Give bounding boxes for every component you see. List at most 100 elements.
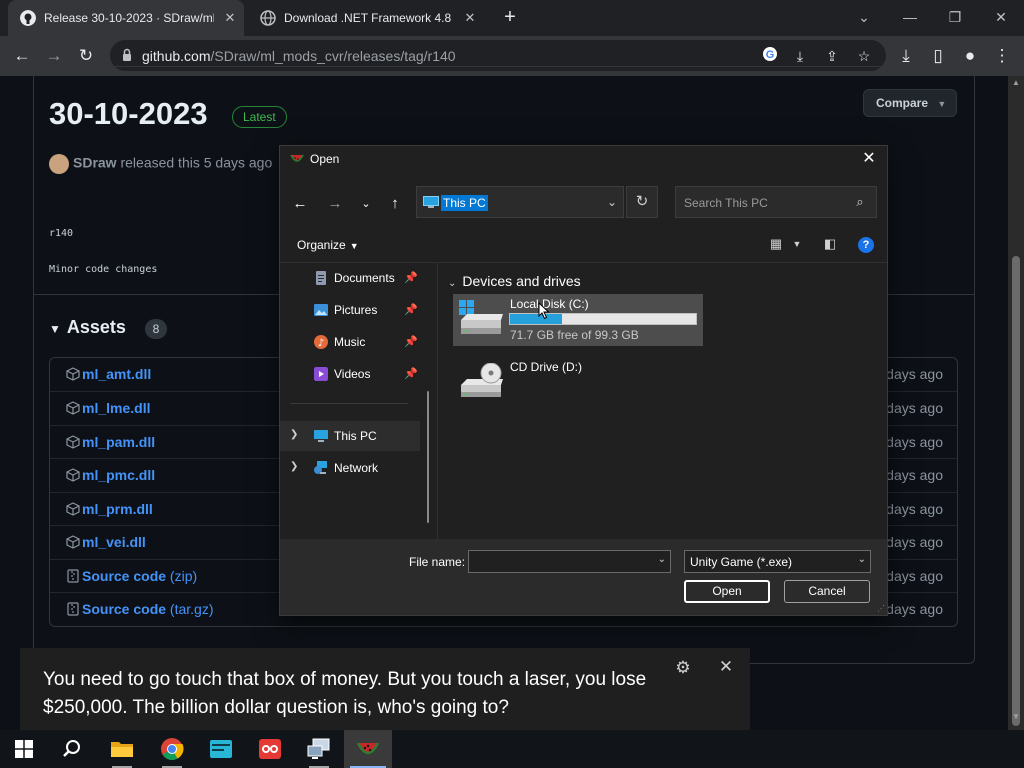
new-tab-button[interactable]: + (498, 6, 522, 30)
back-icon[interactable]: ← (10, 44, 34, 68)
compare-button[interactable]: Compare ▼ (863, 89, 957, 117)
recent-locations-icon[interactable]: ⌄ (356, 194, 376, 214)
nav-item-this-pc[interactable]: ❯ This PC (280, 421, 420, 451)
author-name[interactable]: SDraw (73, 155, 117, 171)
taskbar-terminal[interactable] (197, 730, 245, 768)
pin-icon[interactable]: 📌 (404, 367, 418, 380)
forward-icon[interactable]: → (325, 194, 345, 214)
help-icon[interactable]: ? (858, 237, 874, 253)
close-tab-icon[interactable]: ✕ (222, 10, 238, 26)
app-icon (259, 739, 281, 759)
cancel-button[interactable]: Cancel (784, 580, 870, 603)
asset-name[interactable]: ml_amt.dll (82, 366, 151, 382)
profile-icon[interactable]: ● (958, 44, 982, 68)
minimize-icon[interactable]: — (898, 6, 922, 30)
scroll-down-icon[interactable]: ▼ (1008, 712, 1024, 724)
svg-text:G: G (766, 49, 775, 61)
search-input[interactable]: Search This PC ⌕ (675, 186, 877, 218)
search-placeholder: Search This PC (684, 196, 768, 210)
file-type-select[interactable]: Unity Game (*.exe) ⌄ (684, 550, 871, 573)
nav-item-documents[interactable]: Documents 📌 (280, 263, 420, 293)
nav-item-network[interactable]: ❯ Network (280, 453, 420, 483)
organize-button[interactable]: Organize ▼ (297, 238, 359, 252)
release-author: SDraw released this 5 days ago (49, 154, 272, 174)
taskbar-search[interactable] (48, 730, 96, 768)
side-panel-icon[interactable]: ▯ (926, 44, 950, 68)
nav-scrollbar[interactable] (427, 391, 429, 523)
group-header[interactable]: ⌄ Devices and drives (448, 273, 581, 289)
dialog-title-bar[interactable]: Open ✕ (280, 146, 887, 174)
taskbar-app[interactable] (246, 730, 294, 768)
package-icon (66, 435, 80, 449)
forward-icon[interactable]: → (42, 44, 66, 68)
assets-heading[interactable]: ▼ Assets (49, 317, 126, 338)
close-icon[interactable]: ✕ (989, 6, 1013, 30)
file-name-label: File name: (409, 555, 466, 569)
preview-pane-icon[interactable]: ◧ (820, 236, 840, 254)
share-icon[interactable]: ⇪ (822, 46, 842, 66)
nav-item-music[interactable]: ♪ Music 📌 (280, 327, 420, 357)
chevron-down-icon[interactable]: ⌄ (858, 554, 866, 565)
resize-grip-icon[interactable]: ⋰ (877, 604, 885, 613)
expand-chevron-icon[interactable]: ❯ (290, 461, 298, 472)
nav-item-videos[interactable]: Videos 📌 (280, 359, 420, 389)
menu-icon[interactable]: ⋮ (990, 44, 1014, 68)
pin-icon[interactable]: 📌 (404, 271, 418, 284)
asset-name[interactable]: Source code (zip) (82, 568, 197, 584)
gear-icon[interactable]: ⚙ (672, 658, 694, 680)
google-icon[interactable]: G (760, 46, 780, 66)
open-button[interactable]: Open (684, 580, 770, 603)
scrollbar-thumb[interactable] (1012, 256, 1020, 726)
avatar[interactable] (49, 154, 69, 174)
group-title: Devices and drives (462, 273, 581, 289)
pin-icon[interactable]: 📌 (404, 303, 418, 316)
taskbar-remote-desktop[interactable] (295, 730, 343, 768)
assets-count-badge: 8 (145, 319, 167, 339)
view-options-icon[interactable]: ▦ (766, 236, 786, 254)
close-icon[interactable]: ✕ (859, 149, 879, 169)
taskbar-file-explorer[interactable] (98, 730, 146, 768)
taskbar-chrome[interactable] (148, 730, 196, 768)
downloads-icon[interactable]: ⤓ (894, 44, 918, 68)
address-text: This PC (441, 195, 488, 211)
nav-item-pictures[interactable]: Pictures 📌 (280, 295, 420, 325)
reload-icon[interactable]: ↻ (74, 44, 98, 68)
address-field[interactable]: This PC (416, 186, 624, 218)
restore-icon[interactable]: ❐ (943, 6, 967, 30)
file-name-input[interactable]: ⌄ (468, 550, 671, 573)
asset-name[interactable]: ml_lme.dll (82, 400, 150, 416)
tab-dotnet[interactable]: Download .NET Framework 4.8 \ ✕ (252, 0, 488, 36)
asset-name[interactable]: ml_prm.dll (82, 501, 153, 517)
asset-name[interactable]: ml_pam.dll (82, 434, 155, 450)
globe-icon (260, 10, 276, 26)
asset-date: days ago (886, 400, 943, 416)
drive-item-d[interactable]: CD Drive (D:) (453, 357, 703, 409)
chevron-down-icon[interactable]: ⌄ (658, 554, 666, 565)
pin-icon[interactable]: 📌 (404, 335, 418, 348)
browser-tab-bar: Release 30-10-2023 · SDraw/ml_ ✕ Downloa… (0, 0, 1024, 36)
chevron-down-icon[interactable]: ▼ (787, 239, 807, 257)
install-icon[interactable]: ⤓ (790, 46, 810, 66)
bookmark-star-icon[interactable]: ☆ (854, 46, 874, 66)
up-icon[interactable]: ↑ (385, 194, 405, 214)
expand-chevron-icon[interactable]: ❯ (290, 429, 298, 440)
scroll-up-icon[interactable]: ▲ (1008, 78, 1024, 90)
page-scrollbar[interactable]: ▲ ▼ (1008, 76, 1024, 730)
network-icon (314, 461, 327, 474)
taskbar-game[interactable] (344, 730, 392, 768)
search-icon (63, 740, 80, 757)
asset-name[interactable]: ml_vei.dll (82, 534, 146, 550)
tab-release[interactable]: Release 30-10-2023 · SDraw/ml_ ✕ (8, 0, 244, 36)
release-tag: r140 (49, 228, 74, 239)
start-button[interactable] (0, 730, 48, 768)
refresh-icon[interactable]: ↻ (626, 186, 658, 218)
drive-item-c[interactable]: Local Disk (C:) 71.7 GB free of 99.3 GB (453, 294, 703, 346)
close-tab-icon[interactable]: ✕ (462, 10, 478, 26)
asset-name[interactable]: ml_pmc.dll (82, 467, 155, 483)
chevron-down-icon[interactable]: ⌄ (597, 186, 627, 218)
url-host: github.com (142, 48, 211, 64)
close-icon[interactable]: ✕ (715, 657, 737, 679)
back-icon[interactable]: ← (290, 194, 310, 214)
asset-name[interactable]: Source code (tar.gz) (82, 601, 214, 617)
chevron-down-icon[interactable]: ⌄ (852, 6, 876, 30)
